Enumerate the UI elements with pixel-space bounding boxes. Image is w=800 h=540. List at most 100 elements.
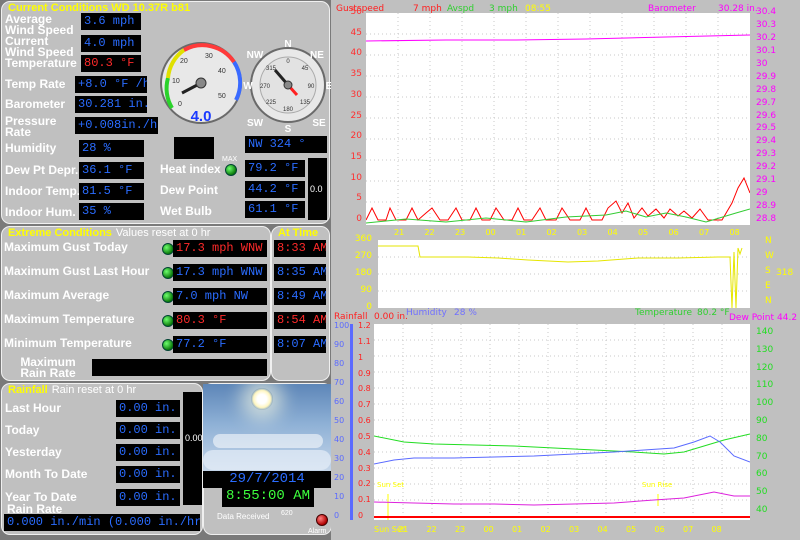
humidity-axis-tick: 90 [334, 340, 345, 349]
temperature-graph-label: Temperature [635, 308, 693, 318]
extreme-title-text: Extreme Conditions [8, 227, 112, 239]
extreme-row-label: Maximum Average [4, 288, 110, 302]
rainfall-row-label: Yesterday [5, 445, 62, 459]
dewpt-depr-value: 36.1 °F [79, 162, 144, 179]
pressure-rate-label: Pressure Rate [5, 114, 57, 139]
rainfall-row-value: 0.00 in. [116, 489, 180, 506]
speedo-value: 4.0 [191, 108, 212, 125]
compass-se: SE [312, 118, 326, 129]
barometer-axis-tick: 29 [756, 188, 768, 199]
temperature-axis-tick: 110 [756, 380, 774, 391]
extreme-row-time: 8:54 AM [274, 312, 326, 329]
direction-letter: W [765, 251, 774, 261]
max-rain-rate-label: Maximum Rain Rate [20, 355, 76, 380]
barometer-axis-tick: 30 [756, 58, 768, 69]
current-direction-value: 318 [776, 268, 794, 278]
rain-axis-tick: 1.2 [358, 321, 371, 330]
compass-tick-135: 135 [300, 100, 311, 106]
gust-axis-tick: 10 [350, 172, 362, 183]
rain-axis-tick: 0.4 [358, 447, 371, 457]
dew-point-value: 44.2 °F [245, 181, 305, 198]
rainfall-row-label: Month To Date [5, 467, 88, 481]
top-hour-tick: 05 [638, 228, 649, 237]
gust-axis-tick: 50 [350, 7, 362, 17]
direction-axis-tick: 90 [360, 285, 372, 295]
compass-tick-225: 225 [266, 100, 277, 106]
cur-wind-value: 4.0 mph [81, 35, 141, 52]
rainfall-title: Rainfall Rain reset at 0 hr [8, 384, 136, 396]
bottom-hour-tick: 06 [654, 525, 665, 534]
barometer-label: Barometer [5, 97, 66, 111]
temperature-axis-tick: 50 [756, 487, 768, 498]
rainfall-subtitle: Rain reset at 0 hr [51, 384, 137, 396]
time-display: 8:55:00 AM [222, 488, 314, 507]
gust-axis-tick: 15 [350, 151, 362, 162]
bottom-hour-tick: 04 [597, 525, 608, 534]
humidity-graph-label: Humidity [406, 308, 447, 318]
temperature-axis-tick: 70 [756, 451, 768, 462]
humidity-axis-tick: 80 [334, 359, 345, 368]
extreme-row-value: 80.3 °F [173, 312, 267, 329]
data-received-count: 620 [281, 510, 293, 517]
barometer-axis-tick: 29.1 [756, 175, 777, 186]
temperature-axis-tick: 120 [756, 362, 774, 373]
barometer-axis-tick: 29.5 [756, 123, 777, 134]
compass-tick-270: 270 [260, 84, 271, 90]
temperature-axis-tick: 100 [756, 398, 774, 409]
dewpoint-graph-value: 44.2 [777, 313, 798, 323]
barometer-axis-tick: 29.4 [756, 136, 777, 147]
direction-letter: E [765, 281, 771, 291]
indoor-hum-value: 35 % [79, 203, 144, 220]
max-label: MAX [222, 156, 238, 163]
heat-index-indicator [225, 164, 237, 176]
temperature-value: 80.3 °F [81, 55, 141, 72]
alarm-indicator[interactable] [316, 514, 328, 526]
data-received-label: Data Received [217, 512, 270, 521]
direction-axis-tick: 360 [354, 234, 372, 244]
bottom-hour-tick: 03 [569, 525, 580, 534]
gust-axis-tick: 20 [350, 131, 362, 142]
humidity-label: Humidity [5, 141, 57, 155]
weather-sky-image [203, 384, 331, 474]
wind-speedometer-gauge: 0 10 20 30 40 50 4.0 [160, 42, 242, 125]
gust-axis-tick: 35 [350, 69, 362, 80]
humidity-axis-tick: 20 [334, 473, 345, 482]
compass-tick-90: 90 [308, 84, 315, 90]
cloud-icon [213, 434, 323, 448]
temperature-label: Temperature [5, 56, 77, 70]
cur-wind-label: Current Wind Speed [5, 34, 74, 59]
rainfall-row-value: 0.00 in. [116, 466, 180, 483]
extreme-row-value: 17.3 mph WNW [173, 264, 267, 281]
rainfall-row-label: Last Hour [5, 401, 62, 415]
top-hour-tick: 07 [699, 228, 710, 237]
barometer-axis-tick: 28.9 [756, 201, 777, 212]
indoor-temp-value: 81.5 °F [79, 183, 144, 200]
barometer-axis-tick: 29.3 [756, 149, 777, 160]
extreme-row-label: Maximum Temperature [4, 312, 135, 326]
barometer-axis-tick: 30.1 [756, 45, 777, 56]
top-hour-tick: 23 [455, 228, 466, 237]
rain-axis-tick: 0.7 [358, 400, 371, 410]
barometer-axis-tick: 29.7 [756, 97, 777, 108]
at-time-title: At Time [278, 227, 319, 239]
cloud-icon [203, 450, 331, 470]
compass-n: N [284, 39, 291, 50]
bottom-hour-tick: 05 [626, 525, 637, 534]
rain-axis-tick: 1.1 [358, 336, 371, 346]
barometer-axis-tick: 29.8 [756, 84, 777, 95]
humidity-graph-value: 28 % [454, 308, 477, 318]
top-hour-tick: 02 [546, 228, 557, 237]
extreme-row-time: 8:07 AM [274, 336, 326, 353]
date-display: 29/7/2014 [203, 471, 331, 488]
rain-axis-tick: 0.1 [358, 495, 371, 505]
extreme-conditions-title: Extreme Conditions Values reset at 0 hr [8, 227, 210, 239]
humidity-axis-tick: 50 [334, 416, 345, 425]
barometer-value: 30.281 in. [75, 96, 147, 113]
rainfall-row-value: 0.00 in. [116, 400, 180, 417]
wind-direction-value: NW 324 ° [245, 136, 327, 153]
speedo-tick-0: 0 [178, 101, 182, 108]
barometer-axis-tick: 30.4 [756, 7, 777, 17]
direction-letter: N [765, 236, 772, 246]
dewpt-depr-label: Dew Pt Depr. [5, 163, 79, 177]
speedo-tick-40: 40 [218, 68, 226, 75]
